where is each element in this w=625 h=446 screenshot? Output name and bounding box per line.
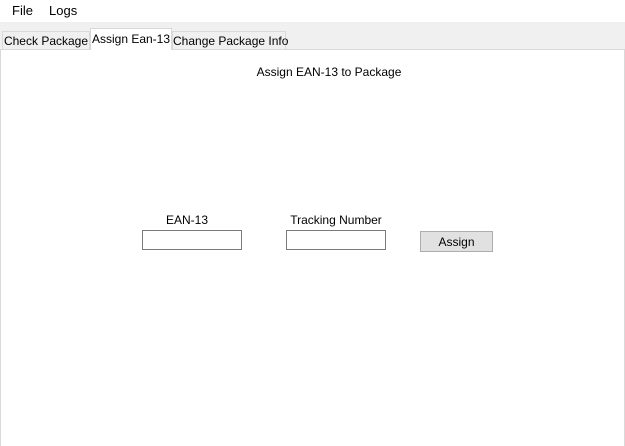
tab-check-package[interactable]: Check Package [2, 31, 90, 49]
ean13-label: EAN-13 [165, 213, 209, 227]
tab-assign-ean13[interactable]: Assign Ean-13 [90, 28, 172, 50]
tab-strip: Check Package Change Package Info Assign… [0, 22, 625, 50]
tracking-number-input[interactable] [286, 230, 386, 250]
ean13-input[interactable] [142, 230, 242, 250]
tab-change-package-info[interactable]: Change Package Info [172, 31, 288, 49]
menu-logs[interactable]: Logs [43, 3, 83, 19]
app-window: File Logs Check Package Change Package I… [0, 0, 625, 446]
menu-file[interactable]: File [6, 3, 39, 19]
page-title: Assign EAN-13 to Package [256, 65, 402, 79]
menu-bar: File Logs [0, 0, 625, 22]
assign-button[interactable]: Assign [420, 231, 493, 252]
assign-ean13-panel: Assign EAN-13 to Package EAN-13 Tracking… [0, 49, 625, 446]
tracking-number-label: Tracking Number [290, 213, 382, 227]
